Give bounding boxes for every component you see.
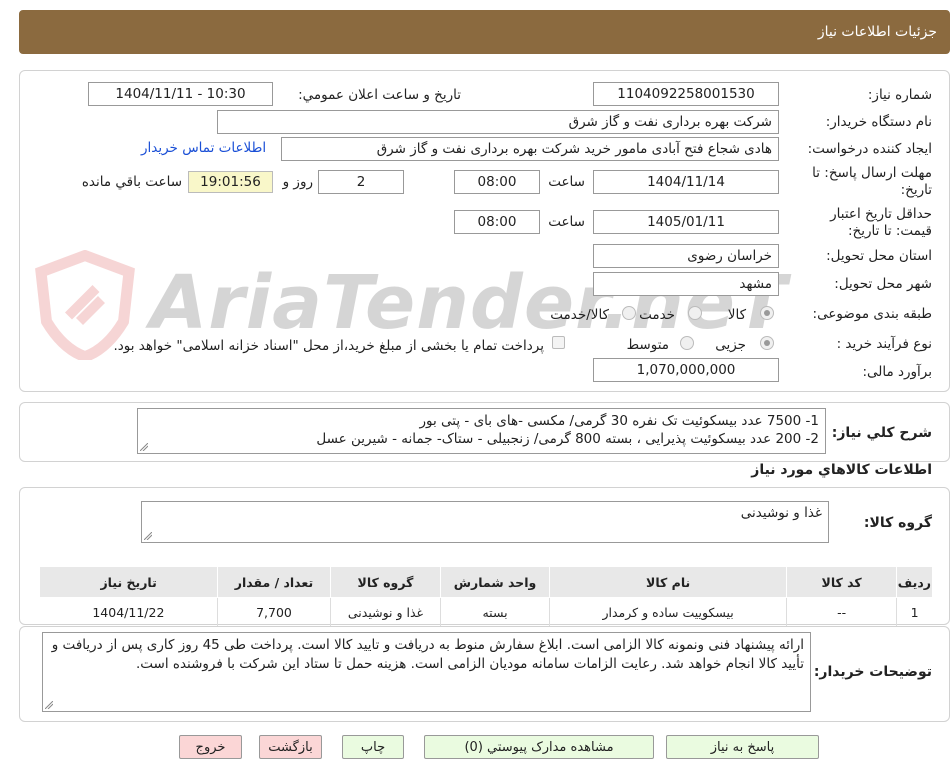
reply-date-field: 1404/11/14 (593, 170, 779, 194)
buyer-notes-label: توضيحات خريدار: (813, 664, 932, 680)
announce-field: 1404/11/11 - 10:30 (88, 82, 273, 106)
col-row-header: رديف (895, 566, 934, 598)
creator-label: ايجاد کننده درخواست: (807, 141, 932, 157)
goods-table: رديف کد کالا نام کالا واحد شمارش گروه کا… (38, 566, 934, 628)
category-radio-service[interactable] (688, 306, 702, 320)
need-number-field: 1104092258001530 (593, 82, 779, 106)
days-label: روز و (282, 174, 313, 190)
category-radio-goods[interactable] (760, 306, 774, 320)
page-title: جزئیات اطلاعات نیاز (817, 24, 937, 40)
process-label: نوع فرآیند خرید : (836, 336, 932, 352)
col-date-header: تاريخ نياز (38, 566, 219, 598)
days-field: 2 (318, 170, 404, 194)
category-service-label: خدمت (639, 307, 675, 323)
resize-grip-icon[interactable] (140, 443, 148, 451)
summary-line: 2- 200 عدد بیسکوئیت پذیرایی ، بسته 800 گ… (316, 431, 819, 447)
summary-line: 1- 7500 عدد بیسکوئیت تک نفره 30 گرمی/ مک… (419, 413, 819, 429)
buyer-label: نام دستگاه خريدار: (825, 114, 932, 130)
cell-date: 1404/11/22 (39, 597, 219, 628)
treasury-checkbox[interactable] (552, 336, 565, 349)
col-code-header: کد کالا (786, 566, 897, 598)
announce-label: تاریخ و ساعت اعلان عمومي: (298, 87, 461, 103)
cell-group: غذا و نوشیدنی (330, 597, 442, 628)
summary-label: شرح کلي نياز: (831, 425, 932, 441)
cell-code: -- (786, 597, 897, 628)
cell-name: بیسکوییت ساده و کرمدار (549, 597, 788, 628)
process-minor-label: جزیی (715, 337, 746, 353)
validity-label: حداقل تاريخ اعتبار قيمت: تا تاريخ: (830, 206, 932, 239)
view-attachments-button[interactable]: مشاهده مدارک پیوستي (0) (424, 735, 654, 759)
table-header-row: رديف کد کالا نام کالا واحد شمارش گروه کا… (38, 566, 934, 598)
goods-table-wrap: رديف کد کالا نام کالا واحد شمارش گروه کا… (38, 566, 934, 628)
header-bar: جزئیات اطلاعات نیاز (19, 10, 950, 54)
reply-time-field: 08:00 (454, 170, 540, 194)
process-radio-minor[interactable] (760, 336, 774, 350)
category-goods-service-label: کالا/خدمت (550, 307, 609, 323)
budget-field: 1,070,000,000 (593, 358, 779, 382)
goods-group-textarea[interactable]: غذا و نوشیدنی (141, 501, 829, 543)
category-radio-goods-service[interactable] (622, 306, 636, 320)
summary-textarea[interactable]: 1- 7500 عدد بیسکوئیت تک نفره 30 گرمی/ مک… (137, 408, 826, 454)
validity-time-label: ساعت (548, 214, 585, 230)
remaining-time-field: 19:01:56 (188, 171, 273, 193)
budget-label: برآورد مالی: (862, 364, 932, 380)
col-unit-header: واحد شمارش (440, 566, 550, 598)
reply-button[interactable]: پاسخ به نياز (666, 735, 819, 759)
goods-section-title: اطلاعات کالاهاي مورد نياز (751, 462, 932, 478)
category-goods-label: کالا (727, 307, 746, 323)
print-button[interactable]: چاپ (342, 735, 404, 759)
exit-button[interactable]: خروج (179, 735, 242, 759)
back-button[interactable]: بازگشت (259, 735, 322, 759)
cell-unit: بسته (440, 597, 550, 628)
creator-field: هادی شجاع فتح آبادی مامور خرید شرکت بهره… (281, 137, 779, 161)
col-name-header: نام کالا (548, 566, 788, 598)
contact-buyer-link[interactable]: اطلاعات تماس خريدار (141, 140, 266, 156)
validity-time-field: 08:00 (454, 210, 540, 234)
process-radio-medium[interactable] (680, 336, 694, 350)
cell-qty: 7,700 (217, 597, 331, 628)
resize-grip-icon[interactable] (144, 532, 152, 540)
col-qty-header: تعداد / مقدار (217, 566, 331, 598)
category-label: طبقه بندی موضوعی: (812, 306, 932, 322)
cell-row: 1 (896, 597, 933, 628)
city-field: مشهد (593, 272, 779, 296)
buyer-notes-textarea[interactable]: ارائه پیشنهاد فنی ونمونه کالا الزامی است… (42, 632, 811, 712)
resize-grip-icon[interactable] (45, 701, 53, 709)
col-group-header: گروه کالا (329, 566, 442, 598)
city-label: شهر محل تحويل: (834, 276, 932, 292)
reply-time-label: ساعت (548, 174, 585, 190)
reply-deadline-label: مهلت ارسال پاسخ: تا تاریخ: (812, 165, 932, 198)
province-field: خراسان رضوی (593, 244, 779, 268)
remaining-label: ساعت باقي مانده (81, 174, 182, 190)
province-label: استان محل تحويل: (826, 248, 932, 264)
table-row: 1 -- بیسکوییت ساده و کرمدار بسته غذا و ن… (39, 597, 933, 628)
need-number-label: شماره نیاز: (867, 87, 932, 103)
payment-note: پرداخت تمام یا بخشی از مبلغ خرید،از محل … (113, 338, 544, 354)
goods-group-label: گروه کالا: (863, 515, 932, 531)
buyer-field: شرکت بهره برداری نفت و گاز شرق (217, 110, 779, 134)
validity-date-field: 1405/01/11 (593, 210, 779, 234)
process-medium-label: متوسط (626, 337, 669, 353)
